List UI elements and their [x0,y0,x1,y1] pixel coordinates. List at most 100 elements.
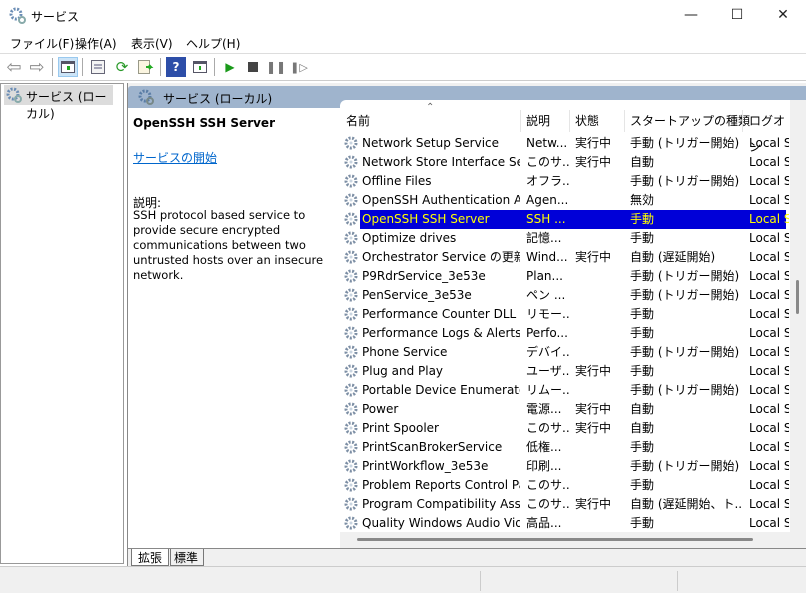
service-row[interactable]: Offline Files オフラ... 手動 (トリガー開始) Local S [340,172,789,191]
services-gear-icon [9,7,26,24]
service-row[interactable]: Orchestrator Service の更新 Wind... 実行中 自動 (遅延… [340,248,789,267]
tab-extended[interactable]: 拡張 [131,549,169,566]
column-header-logon[interactable]: ログオン [749,108,790,154]
properties-icon[interactable] [88,57,108,77]
cell-name: PenService_3e53e [362,288,472,302]
cell-logon: Local S [749,497,789,511]
service-row[interactable]: Portable Device Enumerator... リムー... 手動 (ト… [340,381,789,400]
service-row[interactable]: Program Compatibility Assis... このサ... 実行中 自… [340,495,789,514]
cell-logon: Local S [749,364,789,378]
cell-description: このサ... [526,478,570,492]
cell-logon: Local S [749,288,789,302]
action-pane-icon[interactable] [190,57,210,77]
tree-item-label: サービス (ローカル) [26,90,107,121]
start-service-link[interactable]: サービスの開始 [133,149,217,166]
console-tree: サービス (ローカル) [0,83,124,564]
service-row[interactable]: Phone Service デバイ... 手動 (トリガー開始) Local S [340,343,789,362]
service-gear-icon [344,231,358,245]
menu-view[interactable]: 表示(V) [131,35,173,52]
menu-help[interactable]: ヘルプ(H) [186,35,240,52]
service-row[interactable]: Performance Counter DLL H... リモー... 手動 Loca… [340,305,789,324]
service-gear-icon [344,288,358,302]
cell-name: Problem Reports Control Pa... [362,478,520,492]
service-row[interactable]: Performance Logs & Alerts Perfo... 手動 Local… [340,324,789,343]
column-header-name[interactable]: 名前 [346,108,370,132]
pause-icon[interactable]: ❚❚ [266,57,286,77]
cell-logon: Local S [749,478,789,492]
service-row[interactable]: Plug and Play ユーザ... 実行中 手動 Local S [340,362,789,381]
service-row[interactable]: PrintScanBrokerService 低権... 手動 Local S [340,438,789,457]
export-list-icon[interactable] [136,57,156,77]
cell-name: PrintWorkflow_3e53e [362,459,489,473]
view-tabs: 拡張 標準 [128,548,806,566]
forward-icon[interactable]: ⇨ [27,57,47,78]
column-header-description[interactable]: 説明 [526,108,550,132]
service-row[interactable]: PrintWorkflow_3e53e 印刷... 手動 (トリガー開始) Local… [340,457,789,476]
vertical-scrollbar[interactable] [790,100,806,548]
service-row[interactable]: Problem Reports Control Pa... このサ... 手動 Loc… [340,476,789,495]
service-row[interactable]: PenService_3e53e ペン ... 手動 (トリガー開始) Local S [340,286,789,305]
service-row[interactable]: Print Spooler このサ... 実行中 自動 Local S [340,419,789,438]
service-gear-icon [344,497,358,511]
close-button[interactable]: ✕ [760,0,806,32]
service-row[interactable]: OpenSSH Authentication A... Agen... 無効 Loca… [340,191,789,210]
service-row[interactable]: P9RdrService_3e53e Plan... 手動 (トリガー開始) Loca… [340,267,789,286]
cell-description: このサ... [526,497,570,511]
cell-startup-type: 手動 [630,212,655,226]
cell-description: Perfo... [526,326,568,340]
column-header-status[interactable]: 状態 [575,108,599,132]
menu-file[interactable]: ファイル(F) [10,35,74,52]
console-tree-icon[interactable] [58,57,78,77]
cell-startup-type: 手動 (トリガー開始) [630,269,740,283]
service-row[interactable]: Network Store Interface Ser... このサ... 実行中 自… [340,153,789,172]
tree-item-services-local[interactable]: サービス (ローカル) [4,85,113,121]
toolbar: ⇦ ⇨ ⟳ ? ▶ ❚❚ ❚▷ [0,54,806,81]
cell-name: OpenSSH SSH Server [362,212,490,226]
refresh-icon[interactable]: ⟳ [112,57,132,77]
cell-description: ユーザ... [526,364,570,378]
service-row[interactable]: Network Setup Service Netw... 実行中 手動 (トリガー開… [340,134,789,153]
service-row[interactable]: Optimize drives 記憶... 手動 Local S [340,229,789,248]
resume-icon[interactable]: ❚▷ [289,57,309,77]
service-row[interactable]: Quality Windows Audio Vid... 高品... 手動 Local… [340,514,789,533]
service-gear-icon [344,345,358,359]
menu-action[interactable]: 操作(A) [75,35,117,52]
cell-startup-type: 手動 [630,440,655,454]
cell-startup-type: 自動 (遅延開始、ト... [630,497,742,511]
cell-startup-type: 手動 (トリガー開始) [630,174,740,188]
cell-startup-type: 自動 (遅延開始) [630,250,716,264]
cell-status: 実行中 [575,250,612,264]
cell-logon: Local S [749,402,789,416]
cell-description: このサ... [526,421,570,435]
service-row[interactable]: OpenSSH SSH Server SSH ... 手動 Local S [340,210,789,229]
title-bar: サービス — ☐ ✕ [0,0,806,32]
back-icon[interactable]: ⇦ [4,57,24,78]
horizontal-scrollbar[interactable] [340,532,790,548]
tab-standard[interactable]: 標準 [170,549,204,566]
service-gear-icon [344,421,358,435]
cell-startup-type: 無効 [630,193,655,207]
cell-name: Power [362,402,399,416]
cell-logon: Local S [749,212,789,226]
stop-icon[interactable] [243,57,263,77]
maximize-button[interactable]: ☐ [714,0,760,32]
service-gear-icon [344,478,358,492]
column-header-startup-type[interactable]: スタートアップの種類 [630,108,750,132]
service-gear-icon [344,326,358,340]
vertical-scroll-thumb[interactable] [796,280,799,314]
tab-label: 拡張 [138,551,163,565]
service-gear-icon [344,364,358,378]
pane-header-title: サービス (ローカル) [163,92,273,106]
service-row[interactable]: Power 電源... 実行中 自動 Local S [340,400,789,419]
status-bar [0,566,806,593]
cell-description: このサ... [526,155,570,169]
minimize-button[interactable]: — [668,0,714,32]
horizontal-scroll-thumb[interactable] [357,538,753,541]
start-icon[interactable]: ▶ [220,57,240,77]
cell-name: Portable Device Enumerator... [362,383,520,397]
cell-logon: Local S [749,193,789,207]
help-icon[interactable]: ? [166,57,186,77]
cell-name: Orchestrator Service の更新 [362,250,520,264]
cell-name: Network Setup Service [362,136,500,150]
cell-description: リムー... [526,383,570,397]
